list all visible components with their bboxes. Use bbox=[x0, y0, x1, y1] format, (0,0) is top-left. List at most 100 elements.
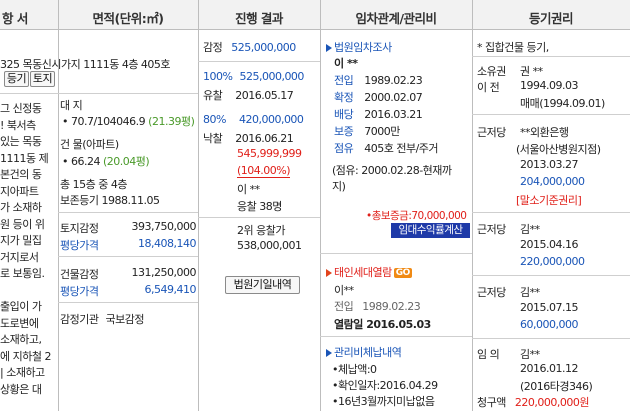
mortgage1-name: **외환은행 bbox=[520, 126, 569, 139]
resident-move-in: 전입 1989.02.23 bbox=[334, 298, 421, 314]
header-col1: 항 서 bbox=[0, 0, 58, 30]
seizure-name: 김** bbox=[520, 348, 540, 361]
resident-title[interactable]: 태인세대열람 GO bbox=[326, 264, 412, 280]
court-schedule-button[interactable]: 법원기일내역 bbox=[225, 276, 300, 294]
fee-line-2: •확인일자:2016.04.29 bbox=[332, 379, 438, 392]
occupancy-note: (점유: 2000.02.28-현재까 bbox=[332, 164, 452, 177]
second-bid-value: 538,000,001 bbox=[237, 239, 302, 252]
seizure-date: 2016.01.12 bbox=[520, 362, 578, 375]
divider bbox=[472, 275, 630, 276]
divider bbox=[472, 338, 630, 339]
move-in-label: 전입 bbox=[334, 74, 354, 87]
description-line: 있는 목동 bbox=[0, 135, 42, 148]
fee-line-3: •16년3월까지미납없음 bbox=[332, 395, 435, 408]
description-line: 가 소재하 bbox=[0, 201, 42, 214]
appraiser: 감정기관 국보감정 bbox=[60, 311, 144, 327]
header-col4: 임차관계/관리비 bbox=[320, 0, 472, 30]
header-col1-label: 항 서 bbox=[2, 11, 28, 26]
fixed-value: 2000.02.07 bbox=[364, 91, 423, 104]
triangle-bullet-icon bbox=[326, 349, 332, 357]
land-avg-label: 평당가격 bbox=[60, 239, 99, 252]
fee-arrears-title[interactable]: 관리비체납내역 bbox=[326, 344, 402, 360]
divider bbox=[472, 56, 630, 57]
land-button[interactable]: 토지 bbox=[30, 71, 55, 87]
resident-view-date: 열람일 2016.05.03 bbox=[334, 318, 431, 331]
resident-move-label: 전입 bbox=[334, 300, 354, 313]
tenant-name: 이 ** bbox=[334, 57, 358, 70]
header-col2: 면적(단위:㎡) bbox=[58, 0, 198, 30]
round1-result: 유찰 2016.05.17 bbox=[203, 87, 294, 103]
tenant-fixed-date: 확정 2000.02.07 bbox=[334, 89, 423, 105]
floor-info: 총 15층 중 4층 bbox=[60, 178, 127, 191]
seizure-claim: 청구액 220,000,000원 bbox=[477, 394, 589, 410]
register-button[interactable]: 등기 bbox=[4, 71, 29, 87]
property-address: 325 목동신시가지 1111동 4층 405호 bbox=[0, 58, 171, 71]
header-col2-label: 면적(단위:㎡) bbox=[92, 11, 164, 26]
appraiser-value: 국보감정 bbox=[105, 313, 144, 326]
divider bbox=[58, 256, 198, 257]
description-line: 거지로서 bbox=[0, 250, 39, 264]
description-line: ! 북서측 bbox=[0, 118, 36, 132]
description-line: 지아파트 bbox=[0, 184, 39, 198]
court-survey-title[interactable]: 법원임차조사 bbox=[326, 39, 392, 55]
mortgage3-amount: 60,000,000 bbox=[520, 318, 578, 331]
round1-row: 100% 525,000,000 bbox=[203, 70, 304, 83]
mortgage3-label: 근저당 bbox=[477, 286, 506, 299]
building-area: • 66.24 (20.04평) bbox=[62, 153, 150, 169]
claim-value: 220,000,000원 bbox=[514, 396, 590, 409]
divider bbox=[472, 212, 630, 213]
tenant-occupancy: 점유 405호 전부/주거 bbox=[334, 140, 439, 156]
land-area-pyeong: (21.39평) bbox=[148, 115, 195, 128]
registry-note: * 집합건물 등기, bbox=[477, 41, 549, 54]
owner-label: 소유권 bbox=[477, 65, 506, 78]
building-area-value: • 66.24 bbox=[62, 155, 100, 168]
fee-line-1: •체납액:0 bbox=[332, 363, 377, 376]
description-line: 출입이 가 bbox=[0, 300, 42, 313]
building-avg-label: 평당가격 bbox=[60, 285, 99, 298]
go-badge[interactable]: GO bbox=[393, 268, 412, 278]
mortgage1-branch: (서울아산병원지점) bbox=[516, 143, 601, 156]
mortgage2-amount: 220,000,000 bbox=[520, 255, 585, 268]
description-line bbox=[0, 283, 58, 300]
fixed-label: 확정 bbox=[334, 91, 354, 104]
move-in-value: 1989.02.23 bbox=[364, 74, 423, 87]
sold-label: 낙찰 bbox=[203, 132, 223, 145]
mortgage2-date: 2015.04.16 bbox=[520, 238, 578, 251]
occupancy-note-cont: 지) bbox=[332, 180, 346, 193]
mortgage3-date: 2015.07.15 bbox=[520, 301, 578, 314]
winner-name: 이 ** bbox=[237, 183, 260, 196]
mortgage1-label: 근저당 bbox=[477, 126, 506, 139]
registration-date: 보존등기 1988.11.05 bbox=[60, 194, 160, 207]
header-col4-label: 임차관계/관리비 bbox=[355, 11, 437, 26]
sold-row: 낙찰 2016.06.21 bbox=[203, 130, 294, 146]
building-area-pyeong: (20.04평) bbox=[102, 155, 150, 168]
description-line: 그 신정동 bbox=[0, 102, 42, 115]
description-column: 그 신정동 ! 북서측 있는 목동 1111동 제 본건의 동 지아파트 가 소재하 원 등이… bbox=[0, 101, 58, 398]
land-appraisal-label: 토지감정 bbox=[60, 222, 99, 235]
land-avg-value: 18,408,140 bbox=[138, 237, 196, 250]
mortgage2-name: 김** bbox=[520, 223, 540, 236]
resident-title-label: 태인세대열람 bbox=[334, 266, 392, 279]
occupancy-label: 점유 bbox=[334, 142, 354, 155]
description-line: 도로변에 bbox=[0, 316, 39, 330]
col-divider bbox=[320, 0, 321, 411]
appraisal-row: 감정 525,000,000 bbox=[203, 39, 296, 55]
resident-name: 이** bbox=[334, 284, 354, 297]
total-deposit: •총보증금:70,000,000 bbox=[366, 210, 467, 222]
description-line: 상황은 대 bbox=[0, 382, 42, 396]
divider bbox=[320, 253, 472, 254]
rental-yield-button[interactable]: 임대수익률계산 bbox=[391, 223, 470, 238]
divider bbox=[198, 61, 320, 62]
seizure-case: (2016타경346) bbox=[520, 380, 593, 393]
round1-percent: 100% bbox=[203, 70, 233, 83]
divider bbox=[472, 114, 630, 115]
header-col3-label: 진행 결과 bbox=[235, 11, 283, 26]
tenant-deposit: 보증 7000만 bbox=[334, 123, 400, 139]
divider bbox=[198, 217, 320, 218]
transfer-label: 이 전 bbox=[477, 81, 500, 94]
transfer-cause: 매매(1994.09.01) bbox=[520, 97, 605, 110]
sold-ratio: (104.00%) bbox=[237, 164, 291, 178]
round1-date: 2016.05.17 bbox=[235, 89, 294, 102]
round2-value: 420,000,000 bbox=[238, 113, 304, 126]
mortgage1-date: 2013.03.27 bbox=[520, 158, 578, 171]
